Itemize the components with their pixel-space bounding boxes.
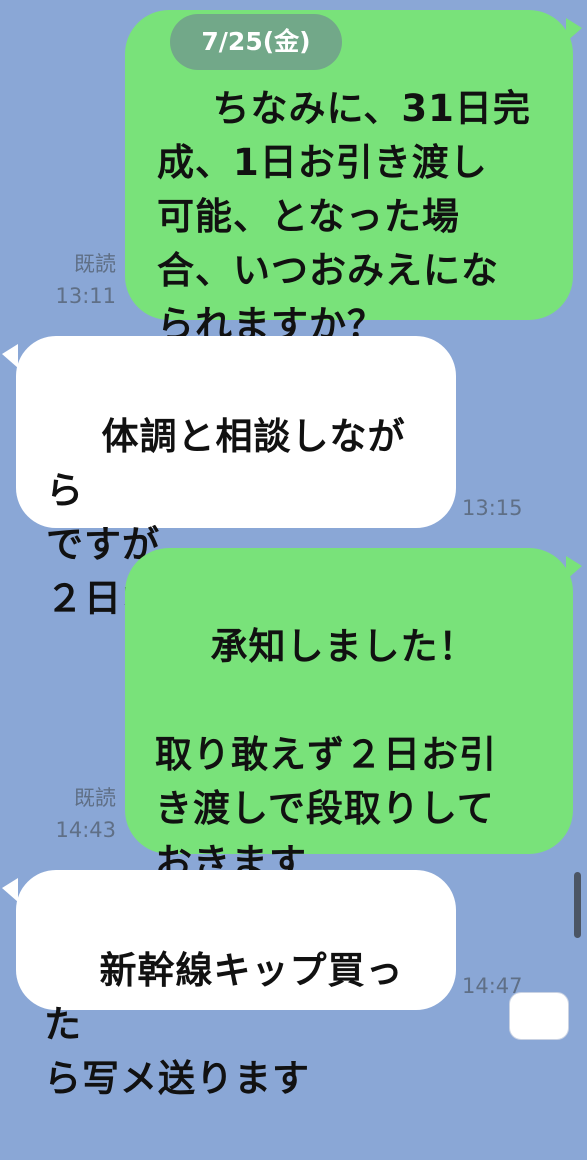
bubble-tail [566,18,582,42]
read-receipt: 既読 [74,786,116,810]
incoming-message-bubble[interactable]: 新幹線キップ買った ら写メ送ります [16,870,456,1100]
scrollbar[interactable] [574,872,581,938]
read-receipt: 既読 [74,252,116,276]
outgoing-message-bubble[interactable]: 承知しました！ 取り敢えず２日お引 き渡しで段取りして おきます [125,548,573,884]
message-text: 新幹線キップ買った ら写メ送ります [44,949,404,1100]
bubble-tail [2,344,18,368]
message-time: 14:43 [55,818,116,842]
bubble-tail [2,878,18,902]
message-time: 13:15 [462,496,523,520]
message-time: 13:11 [55,284,116,308]
date-separator: 7/25(金) [170,14,342,70]
scroll-to-bottom-button[interactable] [509,992,569,1040]
incoming-message-bubble[interactable]: 体調と相談しながら ですが ２日なら [16,336,456,620]
message-text: 承知しました！ 取り敢えず２日お引 き渡しで段取りして おきます [155,625,497,884]
bubble-tail [566,556,582,580]
chat-view: ちなみに、31日完 成、1日お引き渡し 可能、となった場 合、いつおみえにな ら… [0,0,587,1100]
message-text: ちなみに、31日完 成、1日お引き渡し 可能、となった場 合、いつおみえにな ら… [157,87,531,346]
